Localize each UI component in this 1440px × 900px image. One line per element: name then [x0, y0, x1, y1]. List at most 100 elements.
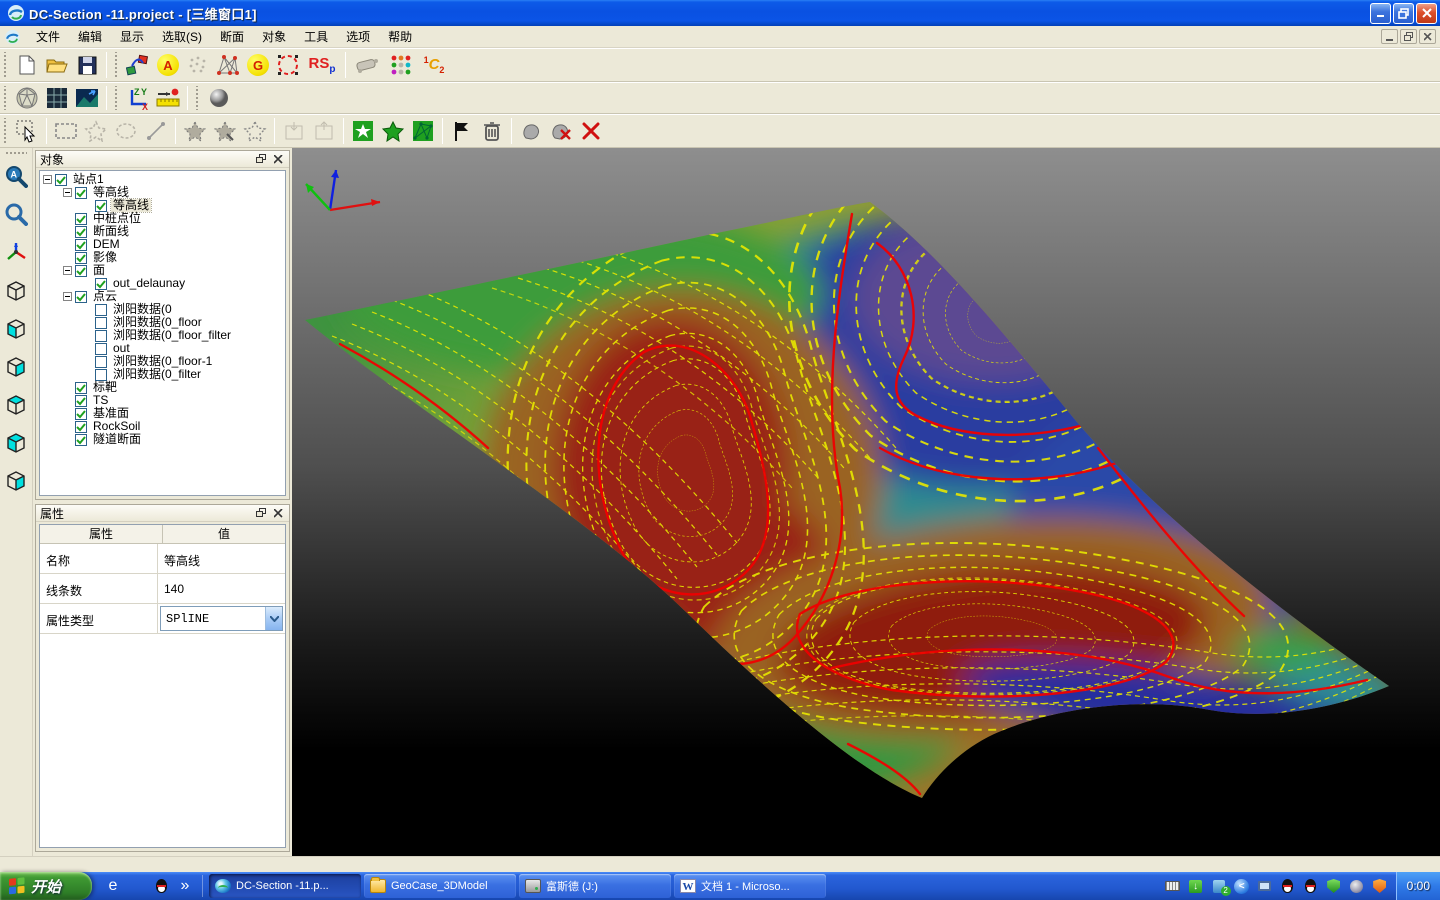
tree-item[interactable]: 隧道断面: [40, 433, 285, 446]
image-export-icon[interactable]: [73, 85, 101, 111]
mesh-icon[interactable]: [214, 52, 242, 78]
new-file-button[interactable]: [13, 52, 41, 78]
tray-clock[interactable]: 0:00: [1407, 879, 1430, 893]
green-region-icon[interactable]: [349, 118, 377, 144]
tree-checkbox[interactable]: [75, 265, 87, 277]
tree-item[interactable]: 影像: [40, 251, 285, 264]
start-button[interactable]: 开始: [0, 872, 92, 900]
tree-checkbox[interactable]: [95, 317, 107, 329]
tree-item[interactable]: 站点1: [40, 173, 285, 186]
tree-item[interactable]: 基准面: [40, 407, 285, 420]
expand-toggle-icon[interactable]: [43, 175, 52, 184]
tree-item[interactable]: 浏阳数据(0_floor_filter: [40, 329, 285, 342]
tree-checkbox[interactable]: [75, 252, 87, 264]
star-select-sub-icon[interactable]: [211, 118, 239, 144]
tree-item[interactable]: 浏阳数据(0_filter: [40, 368, 285, 381]
cloud-delete-icon[interactable]: [547, 118, 575, 144]
tree-checkbox[interactable]: [95, 278, 107, 290]
zoom-icon[interactable]: [3, 201, 29, 227]
tray-icon[interactable]: [1257, 878, 1273, 894]
cube-view-bottom-icon[interactable]: [3, 467, 29, 493]
cube-view-front-icon[interactable]: [3, 277, 29, 303]
minimize-button[interactable]: [1370, 3, 1391, 24]
tray-icon[interactable]: <: [1234, 878, 1250, 894]
expand-toggle-icon[interactable]: [63, 188, 72, 197]
tree-item[interactable]: 标靶: [40, 381, 285, 394]
task-button[interactable]: GeoCase_3DModel: [364, 874, 516, 898]
toolbar-grip[interactable]: [2, 52, 10, 78]
color-points-icon[interactable]: [387, 52, 415, 78]
tray-icon[interactable]: ↓: [1188, 878, 1204, 894]
viewport-3d[interactable]: [292, 148, 1440, 856]
menu-item[interactable]: 选项: [337, 26, 379, 47]
tree-checkbox[interactable]: [75, 395, 87, 407]
cube-view-top-icon[interactable]: [3, 391, 29, 417]
menu-item[interactable]: 断面: [211, 26, 253, 47]
attribute-type-combobox[interactable]: SPlINE: [160, 606, 283, 631]
toolbar-grip[interactable]: [113, 86, 121, 110]
tree-item[interactable]: out_delaunay: [40, 277, 285, 290]
geometry-icon[interactable]: G: [244, 52, 272, 78]
mdi-restore-button[interactable]: [1400, 29, 1417, 44]
tree-checkbox[interactable]: [95, 356, 107, 368]
quick-launch-icon[interactable]: »: [176, 877, 194, 895]
grid-icon[interactable]: [43, 85, 71, 111]
tree-item[interactable]: 断面线: [40, 225, 285, 238]
cloud-icon[interactable]: [517, 118, 545, 144]
tree-checkbox[interactable]: [95, 200, 107, 212]
property-value[interactable]: 等高线: [158, 544, 285, 573]
toolbar-grip[interactable]: [194, 86, 202, 110]
mdi-close-button[interactable]: [1419, 29, 1436, 44]
menu-item[interactable]: 文件: [27, 26, 69, 47]
rect-select-icon[interactable]: [52, 118, 80, 144]
quick-launch-icon[interactable]: [152, 877, 170, 895]
measure-icon[interactable]: [154, 85, 182, 111]
tree-checkbox[interactable]: [95, 330, 107, 342]
menu-item[interactable]: 编辑: [69, 26, 111, 47]
cube-view-left-icon[interactable]: [3, 315, 29, 341]
tree-checkbox[interactable]: [75, 213, 87, 225]
property-value[interactable]: 140: [158, 574, 285, 603]
tree-item[interactable]: 等高线: [40, 186, 285, 199]
tray-icon[interactable]: [1326, 878, 1342, 894]
tree-checkbox[interactable]: [75, 382, 87, 394]
rsp-icon[interactable]: RSp: [304, 52, 340, 78]
select-cursor-icon[interactable]: [13, 118, 41, 144]
quick-launch-icon[interactable]: e: [104, 877, 122, 895]
tree-item[interactable]: 等高线: [40, 199, 285, 212]
tree-checkbox[interactable]: [55, 174, 67, 186]
star-select-add-icon[interactable]: [181, 118, 209, 144]
expand-toggle-icon[interactable]: [63, 292, 72, 301]
tree-item[interactable]: TS: [40, 394, 285, 407]
tray-icon[interactable]: [1372, 878, 1388, 894]
tree-checkbox[interactable]: [75, 421, 87, 433]
close-panel-icon[interactable]: [271, 507, 285, 520]
tree-checkbox[interactable]: [75, 187, 87, 199]
tree-checkbox[interactable]: [75, 226, 87, 238]
save-button[interactable]: [73, 52, 101, 78]
open-file-button[interactable]: [43, 52, 71, 78]
tree-checkbox[interactable]: [75, 408, 87, 420]
star-select-int-icon[interactable]: [241, 118, 269, 144]
float-panel-icon[interactable]: [254, 153, 268, 166]
menu-item[interactable]: 对象: [253, 26, 295, 47]
tray-icon[interactable]: [1349, 878, 1365, 894]
annotation-icon[interactable]: A: [154, 52, 182, 78]
tree-checkbox[interactable]: [75, 291, 87, 303]
toolbar-grip[interactable]: [5, 151, 27, 157]
task-button[interactable]: DC-Section -11.p...: [209, 874, 361, 898]
tree-item[interactable]: 中桩点位: [40, 212, 285, 225]
task-button[interactable]: 富斯德 (J:): [519, 874, 671, 898]
menu-item[interactable]: 选取(S): [153, 26, 211, 47]
quick-launch-icon[interactable]: [128, 877, 146, 895]
mdi-minimize-button[interactable]: [1381, 29, 1398, 44]
tree-item[interactable]: RockSoil: [40, 420, 285, 433]
tree-checkbox[interactable]: [95, 304, 107, 316]
float-panel-icon[interactable]: [254, 507, 268, 520]
task-button[interactable]: W 文档 1 - Microso...: [674, 874, 826, 898]
expand-toggle-icon[interactable]: [63, 266, 72, 275]
restore-button[interactable]: [1393, 3, 1414, 24]
tree-checkbox[interactable]: [75, 434, 87, 446]
close-button[interactable]: [1416, 3, 1437, 24]
toolbar-grip[interactable]: [2, 86, 10, 110]
